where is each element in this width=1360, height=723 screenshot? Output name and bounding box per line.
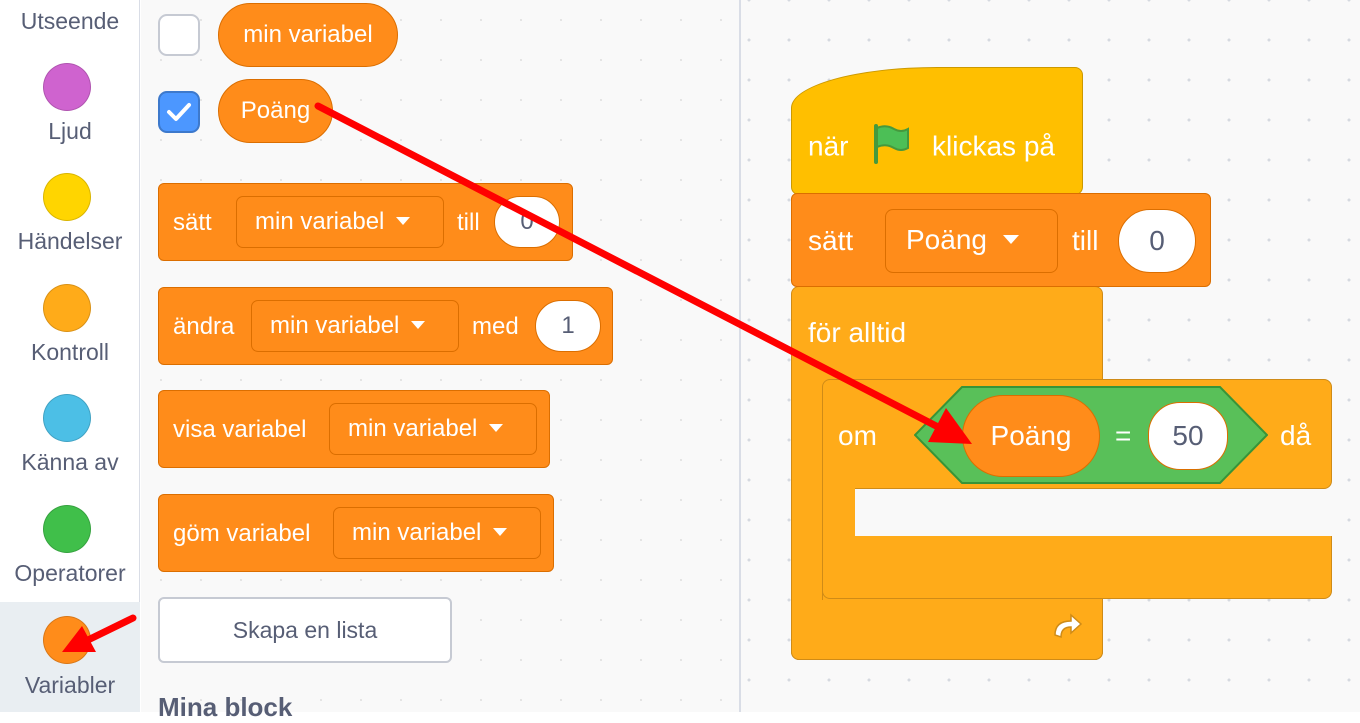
category-label: Kontroll [31, 339, 109, 365]
category-label: Operatorer [14, 560, 126, 586]
compare-value-input[interactable]: 50 [1148, 402, 1228, 470]
caret-down-icon [396, 216, 411, 225]
hat-prefix: när [808, 130, 849, 162]
variable-dropdown[interactable]: min variabel [333, 507, 541, 559]
forever-block-foot [791, 597, 1103, 660]
checkmark-icon [167, 103, 191, 121]
block-verb: göm variabel [173, 520, 311, 547]
category-operators[interactable]: Operatorer [0, 504, 140, 614]
variable-checkbox-min-variabel[interactable] [158, 14, 200, 56]
if-block-bottom [822, 536, 1332, 599]
block-to-label: till [457, 209, 480, 236]
variable-dropdown[interactable]: min variabel [251, 300, 459, 352]
control-category-icon [43, 284, 91, 332]
variables-category-icon [43, 616, 91, 664]
dropdown-value: min variabel [270, 312, 400, 339]
block-verb: sätt [808, 225, 854, 256]
my-blocks-heading: Mina block [158, 692, 293, 722]
caret-down-icon [411, 320, 426, 329]
hat-suffix: klickas på [932, 130, 1055, 162]
operators-category-icon [43, 505, 91, 553]
dropdown-value: Poäng [906, 224, 987, 255]
category-label: Variabler [24, 672, 116, 698]
variable-checkbox-poang[interactable] [158, 91, 200, 133]
forever-label: för alltid [808, 317, 907, 348]
show-variable-block[interactable]: visa variabel min variabel [158, 390, 550, 468]
value-input[interactable]: 0 [1118, 209, 1196, 273]
block-to-label: till [1072, 225, 1099, 256]
category-label: Ljud [48, 118, 92, 144]
block-verb: sätt [173, 209, 212, 236]
variable-dropdown[interactable]: min variabel [329, 403, 537, 455]
category-events[interactable]: Händelser [0, 172, 140, 282]
change-variable-block[interactable]: ändra min variabel med 1 [158, 287, 613, 365]
category-label: Utseende [20, 8, 120, 34]
dropdown-value: min variabel [348, 415, 478, 442]
caret-down-icon [493, 527, 508, 536]
variable-reporter-poang[interactable]: Poäng [218, 79, 333, 143]
dropdown-value: min variabel [352, 519, 482, 546]
hide-variable-block[interactable]: göm variabel min variabel [158, 494, 554, 572]
green-flag-icon [874, 124, 910, 164]
hat-block-label: när klickas på [808, 124, 1055, 170]
category-sensing[interactable]: Känna av [0, 393, 140, 503]
if-label: om [838, 420, 877, 451]
category-control[interactable]: Kontroll [0, 283, 140, 393]
block-verb: ändra [173, 313, 235, 340]
sound-category-icon [43, 63, 91, 111]
dropdown-value: min variabel [255, 208, 385, 235]
value-input[interactable]: 0 [494, 196, 560, 248]
category-label: Känna av [21, 449, 119, 475]
set-variable-block[interactable]: sätt min variabel till 0 [158, 183, 573, 261]
set-poang-block[interactable]: sätt Poäng till 0 [791, 193, 1211, 287]
events-category-icon [43, 173, 91, 221]
category-menu: Utseende Ljud Händelser Kontroll Känna a… [0, 0, 140, 712]
make-list-button[interactable]: Skapa en lista [158, 597, 452, 663]
category-sound[interactable]: Ljud [0, 62, 140, 172]
poang-reporter-in-condition[interactable]: Poäng [962, 395, 1100, 477]
when-flag-clicked-block[interactable]: när klickas på [791, 67, 1083, 195]
category-label: Händelser [17, 228, 123, 254]
value-input[interactable]: 1 [535, 300, 601, 352]
caret-down-icon [1002, 235, 1019, 245]
category-looks[interactable]: Utseende [0, 0, 140, 70]
equals-sign: = [1115, 420, 1132, 451]
category-variables[interactable]: Variabler [0, 602, 140, 712]
loop-arrow-icon [1054, 613, 1083, 639]
block-verb: visa variabel [173, 416, 307, 443]
sensing-category-icon [43, 394, 91, 442]
variable-dropdown[interactable]: Poäng [885, 209, 1058, 273]
variable-reporter-min-variabel[interactable]: min variabel [218, 3, 398, 67]
caret-down-icon [489, 423, 504, 432]
variable-dropdown[interactable]: min variabel [236, 196, 444, 248]
then-label: då [1280, 420, 1312, 451]
if-block-empty-slot[interactable] [855, 489, 1332, 536]
block-by-label: med [472, 313, 519, 340]
